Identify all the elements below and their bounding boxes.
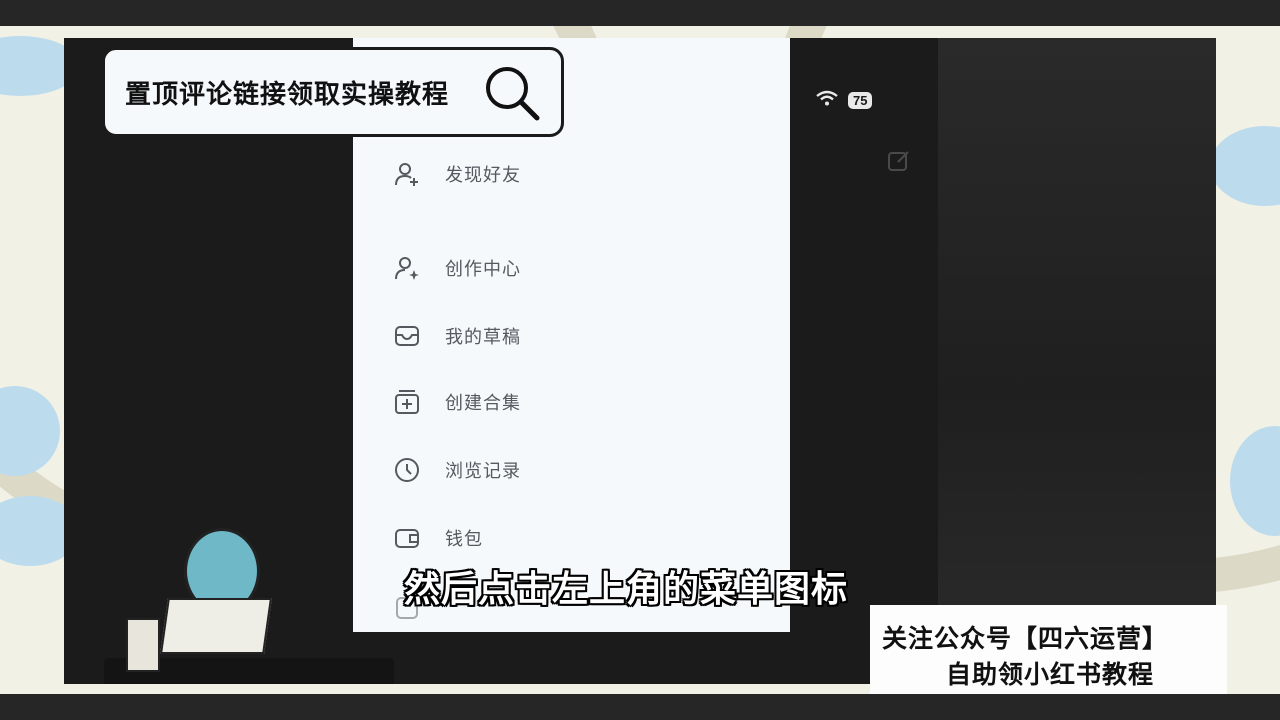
add-user-icon bbox=[393, 160, 421, 188]
menu-item-find-friends[interactable]: 发现好友 bbox=[393, 160, 521, 188]
book-stack-illustration bbox=[126, 618, 160, 672]
menu-label: 我的草稿 bbox=[445, 327, 521, 348]
wallet-icon bbox=[393, 524, 421, 552]
history-icon bbox=[393, 456, 421, 484]
add-collection-icon bbox=[393, 388, 421, 416]
menu-label: 创建合集 bbox=[445, 393, 521, 414]
menu-label: 创作中心 bbox=[445, 259, 521, 280]
video-subtitle: 然后点击左上角的菜单图标 bbox=[404, 569, 849, 610]
promo-line-2: 自助领小红书教程 bbox=[946, 660, 1155, 689]
menu-label: 浏览记录 bbox=[445, 461, 521, 482]
search-banner-text: 置顶评论链接领取实操教程 bbox=[125, 79, 450, 110]
dark-background-panel bbox=[938, 38, 1216, 684]
notebook-illustration bbox=[160, 598, 272, 654]
creator-icon bbox=[393, 254, 421, 282]
promo-line-1: 关注公众号【四六运营】 bbox=[882, 624, 1169, 653]
search-banner: 置顶评论链接领取实操教程 bbox=[102, 47, 564, 137]
menu-item-history[interactable]: 浏览记录 bbox=[393, 456, 521, 484]
drafts-icon bbox=[393, 322, 421, 350]
search-icon bbox=[481, 62, 543, 128]
battery-badge: 75 bbox=[848, 91, 873, 109]
menu-item-create-collection[interactable]: 创建合集 bbox=[393, 388, 521, 416]
promo-box: 关注公众号【四六运营】 自助领小红书教程 bbox=[870, 605, 1227, 697]
bottom-bar bbox=[0, 694, 1280, 720]
status-bar: 75 bbox=[816, 90, 873, 110]
menu-label: 钱包 bbox=[445, 529, 483, 550]
edit-icon[interactable] bbox=[886, 148, 912, 179]
menu-label: 发现好友 bbox=[445, 165, 521, 186]
menu-item-creator-center[interactable]: 创作中心 bbox=[393, 254, 521, 282]
menu-item-drafts[interactable]: 我的草稿 bbox=[393, 322, 521, 350]
wifi-icon bbox=[816, 90, 838, 110]
menu-item-wallet[interactable]: 钱包 bbox=[393, 524, 483, 552]
